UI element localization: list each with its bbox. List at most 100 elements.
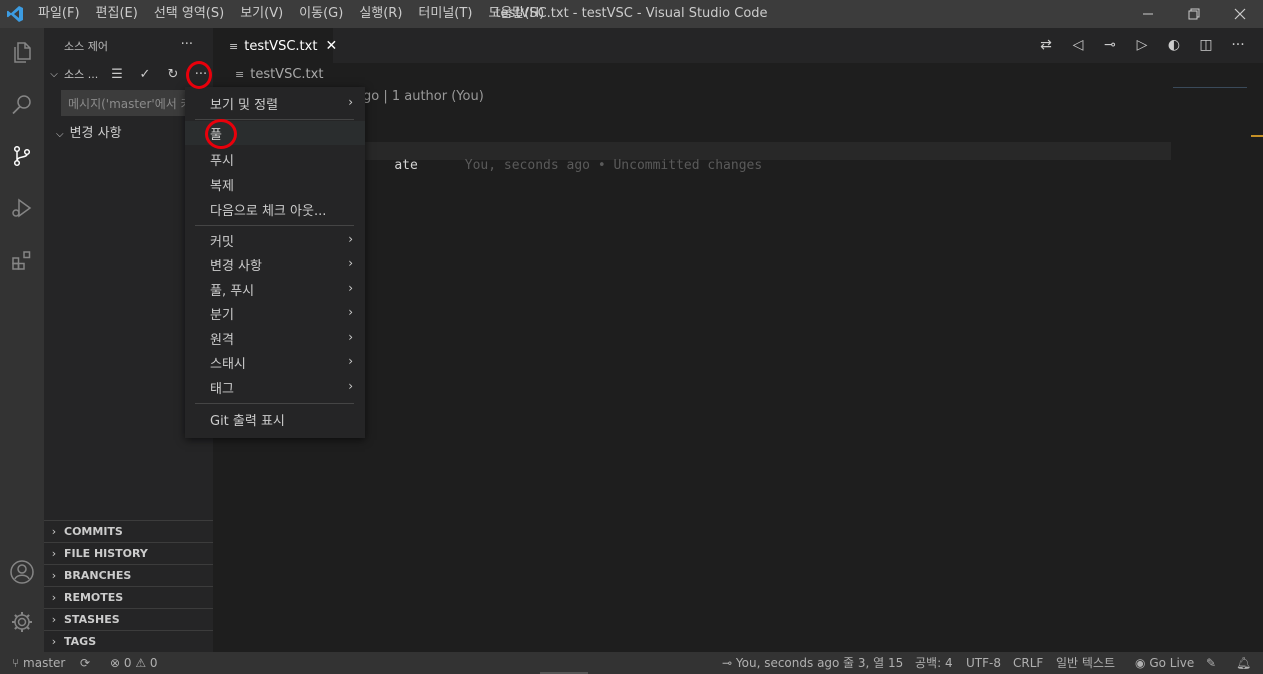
- breadcrumb-file[interactable]: testVSC.txt: [250, 67, 323, 82]
- settings-gear-icon[interactable]: [0, 598, 44, 646]
- status-language[interactable]: 일반 텍스트: [1056, 652, 1115, 674]
- tab-label: testVSC.txt: [244, 38, 318, 54]
- menu-item-remote[interactable]: 원격 ›: [185, 326, 365, 350]
- branch-icon: ⑂: [12, 656, 20, 670]
- golive-label: Go Live: [1149, 656, 1195, 670]
- menu-bar: 파일(F) 편집(E) 선택 영역(S) 보기(V) 이동(G) 실행(R) 터…: [30, 0, 552, 28]
- menu-item-branch[interactable]: 분기 ›: [185, 301, 365, 325]
- previous-revision-icon[interactable]: ◁: [1067, 34, 1089, 56]
- account-icon[interactable]: [0, 548, 44, 596]
- menu-run[interactable]: 실행(R): [351, 0, 410, 28]
- menu-item-tags[interactable]: 태그 ›: [185, 375, 365, 399]
- menu-item-label: 풀, 푸시: [210, 283, 255, 299]
- commit-node-icon[interactable]: ⊸: [1099, 34, 1121, 56]
- panel-branches-label: BRANCHES: [64, 569, 132, 582]
- status-problems[interactable]: ⊗ 0 ⚠ 0: [110, 652, 158, 674]
- menu-item-checkout-to[interactable]: 다음으로 체크 아웃...: [185, 197, 365, 221]
- status-golive[interactable]: ◉ Go Live: [1135, 652, 1194, 674]
- split-editor-icon[interactable]: ◫: [1195, 34, 1217, 56]
- chevron-right-icon: ›: [51, 547, 57, 560]
- menu-item-view-and-sort[interactable]: 보기 및 정렬 ›: [185, 91, 365, 115]
- menu-edit[interactable]: 편집(E): [88, 0, 146, 28]
- menu-item-pull[interactable]: 풀: [185, 121, 365, 145]
- menu-item-changes[interactable]: 변경 사항 ›: [185, 252, 365, 276]
- menu-terminal[interactable]: 터미널(T): [410, 0, 480, 28]
- search-icon[interactable]: [0, 80, 44, 128]
- view-as-tree-icon[interactable]: ☰: [108, 67, 126, 82]
- chevron-right-icon: ›: [348, 330, 353, 344]
- open-changes-icon[interactable]: ⇄: [1035, 34, 1057, 56]
- minimap[interactable]: [1173, 87, 1247, 89]
- codelens-authors[interactable]: go | 1 author (You): [363, 89, 484, 104]
- chevron-down-icon: ⌵: [56, 129, 64, 140]
- chevron-right-icon: ›: [348, 354, 353, 368]
- more-actions-icon[interactable]: ···: [192, 67, 210, 82]
- status-blame[interactable]: ⊸ You, seconds ago: [722, 652, 839, 674]
- close-window-button[interactable]: [1217, 0, 1263, 28]
- status-eol[interactable]: CRLF: [1013, 652, 1043, 674]
- close-icon[interactable]: ✕: [325, 38, 337, 54]
- menu-item-push[interactable]: 푸시: [185, 147, 365, 171]
- status-cursor-position[interactable]: 줄 3, 열 15: [843, 652, 903, 674]
- panel-stashes[interactable]: › STASHES: [44, 608, 213, 630]
- code-line[interactable]: ate You, seconds ago • Uncommitted chang…: [363, 143, 762, 188]
- menu-item-commit[interactable]: 커밋 ›: [185, 228, 365, 252]
- scm-repository-row[interactable]: ⌵ 소스 ... ☰ ✓ ↻ ···: [44, 63, 213, 85]
- feedback-icon[interactable]: ✎: [1206, 652, 1216, 674]
- sidebar-more-icon[interactable]: ···: [181, 37, 193, 52]
- menu-item-stash[interactable]: 스태시 ›: [185, 350, 365, 374]
- menu-item-label: 스태시: [210, 356, 246, 372]
- menu-item-label: 태그: [210, 381, 234, 397]
- restore-button[interactable]: [1171, 0, 1217, 28]
- blame-label: You, seconds ago: [735, 656, 840, 670]
- commit-check-icon[interactable]: ✓: [136, 67, 154, 82]
- menu-file[interactable]: 파일(F): [30, 0, 88, 28]
- explorer-icon[interactable]: [0, 28, 44, 76]
- panel-tags[interactable]: › TAGS: [44, 630, 213, 652]
- panel-remotes-label: REMOTES: [64, 591, 124, 604]
- source-control-icon[interactable]: [0, 132, 44, 180]
- panel-branches[interactable]: › BRANCHES: [44, 564, 213, 586]
- menu-view[interactable]: 보기(V): [232, 0, 291, 28]
- panel-commits[interactable]: › COMMITS: [44, 520, 213, 542]
- editor-more-icon[interactable]: ···: [1227, 34, 1249, 56]
- menu-help[interactable]: 도움말(H): [480, 0, 552, 28]
- panel-remotes[interactable]: › REMOTES: [44, 586, 213, 608]
- status-bar: ⑂ master ⟳ ⊗ 0 ⚠ 0 ⊸ You, seconds ago 줄 …: [0, 652, 1263, 674]
- file-lines-icon: ≡: [235, 67, 245, 81]
- menu-item-label: 변경 사항: [210, 258, 262, 274]
- panel-file-history[interactable]: › FILE HISTORY: [44, 542, 213, 564]
- chevron-right-icon: ›: [348, 232, 353, 246]
- menu-go[interactable]: 이동(G): [291, 0, 351, 28]
- changes-group[interactable]: ⌵ 변경 사항: [56, 122, 122, 141]
- breadcrumb[interactable]: ≡ testVSC.txt: [213, 63, 323, 85]
- menu-item-label: Git 출력 표시: [210, 413, 285, 429]
- status-branch[interactable]: ⑂ master: [12, 652, 65, 674]
- panel-file-history-label: FILE HISTORY: [64, 547, 148, 560]
- menu-item-clone[interactable]: 복제: [185, 172, 365, 196]
- notifications-bell-icon[interactable]: 🔔︎: [1236, 652, 1251, 674]
- menu-item-label: 원격: [210, 332, 234, 348]
- menu-item-show-git-output[interactable]: Git 출력 표시: [185, 407, 365, 431]
- minimize-button[interactable]: [1125, 0, 1171, 28]
- status-indentation[interactable]: 공백: 4: [915, 652, 953, 674]
- tab-testvsc[interactable]: ≡ testVSC.txt ✕: [213, 28, 337, 63]
- commit-message-input[interactable]: 메시지('master'에서 커밋하려면 Ctrl+Enter): [61, 90, 201, 116]
- status-encoding[interactable]: UTF-8: [966, 652, 1001, 674]
- refresh-icon[interactable]: ↻: [164, 67, 182, 82]
- chevron-right-icon: ›: [51, 591, 57, 604]
- menu-selection[interactable]: 선택 영역(S): [146, 0, 232, 28]
- next-revision-icon[interactable]: ▷: [1131, 34, 1153, 56]
- extensions-icon[interactable]: [0, 236, 44, 284]
- chevron-right-icon: ›: [51, 525, 57, 538]
- editor-area[interactable]: go | 1 author (You) ate You, seconds ago…: [213, 85, 1263, 652]
- editor-actions: ⇄ ◁ ⊸ ▷ ◐ ◫ ···: [1035, 34, 1249, 56]
- menu-item-pull-push[interactable]: 풀, 푸시 ›: [185, 277, 365, 301]
- chevron-down-icon: ⌵: [50, 68, 58, 80]
- run-debug-icon[interactable]: [0, 184, 44, 232]
- gitlens-icon[interactable]: ◐: [1163, 34, 1185, 56]
- scm-repository-label: 소스 ...: [64, 68, 99, 81]
- sync-icon[interactable]: ⟳: [80, 652, 90, 674]
- menu-item-label: 커밋: [210, 234, 234, 250]
- commit-icon: ⊸: [722, 656, 733, 670]
